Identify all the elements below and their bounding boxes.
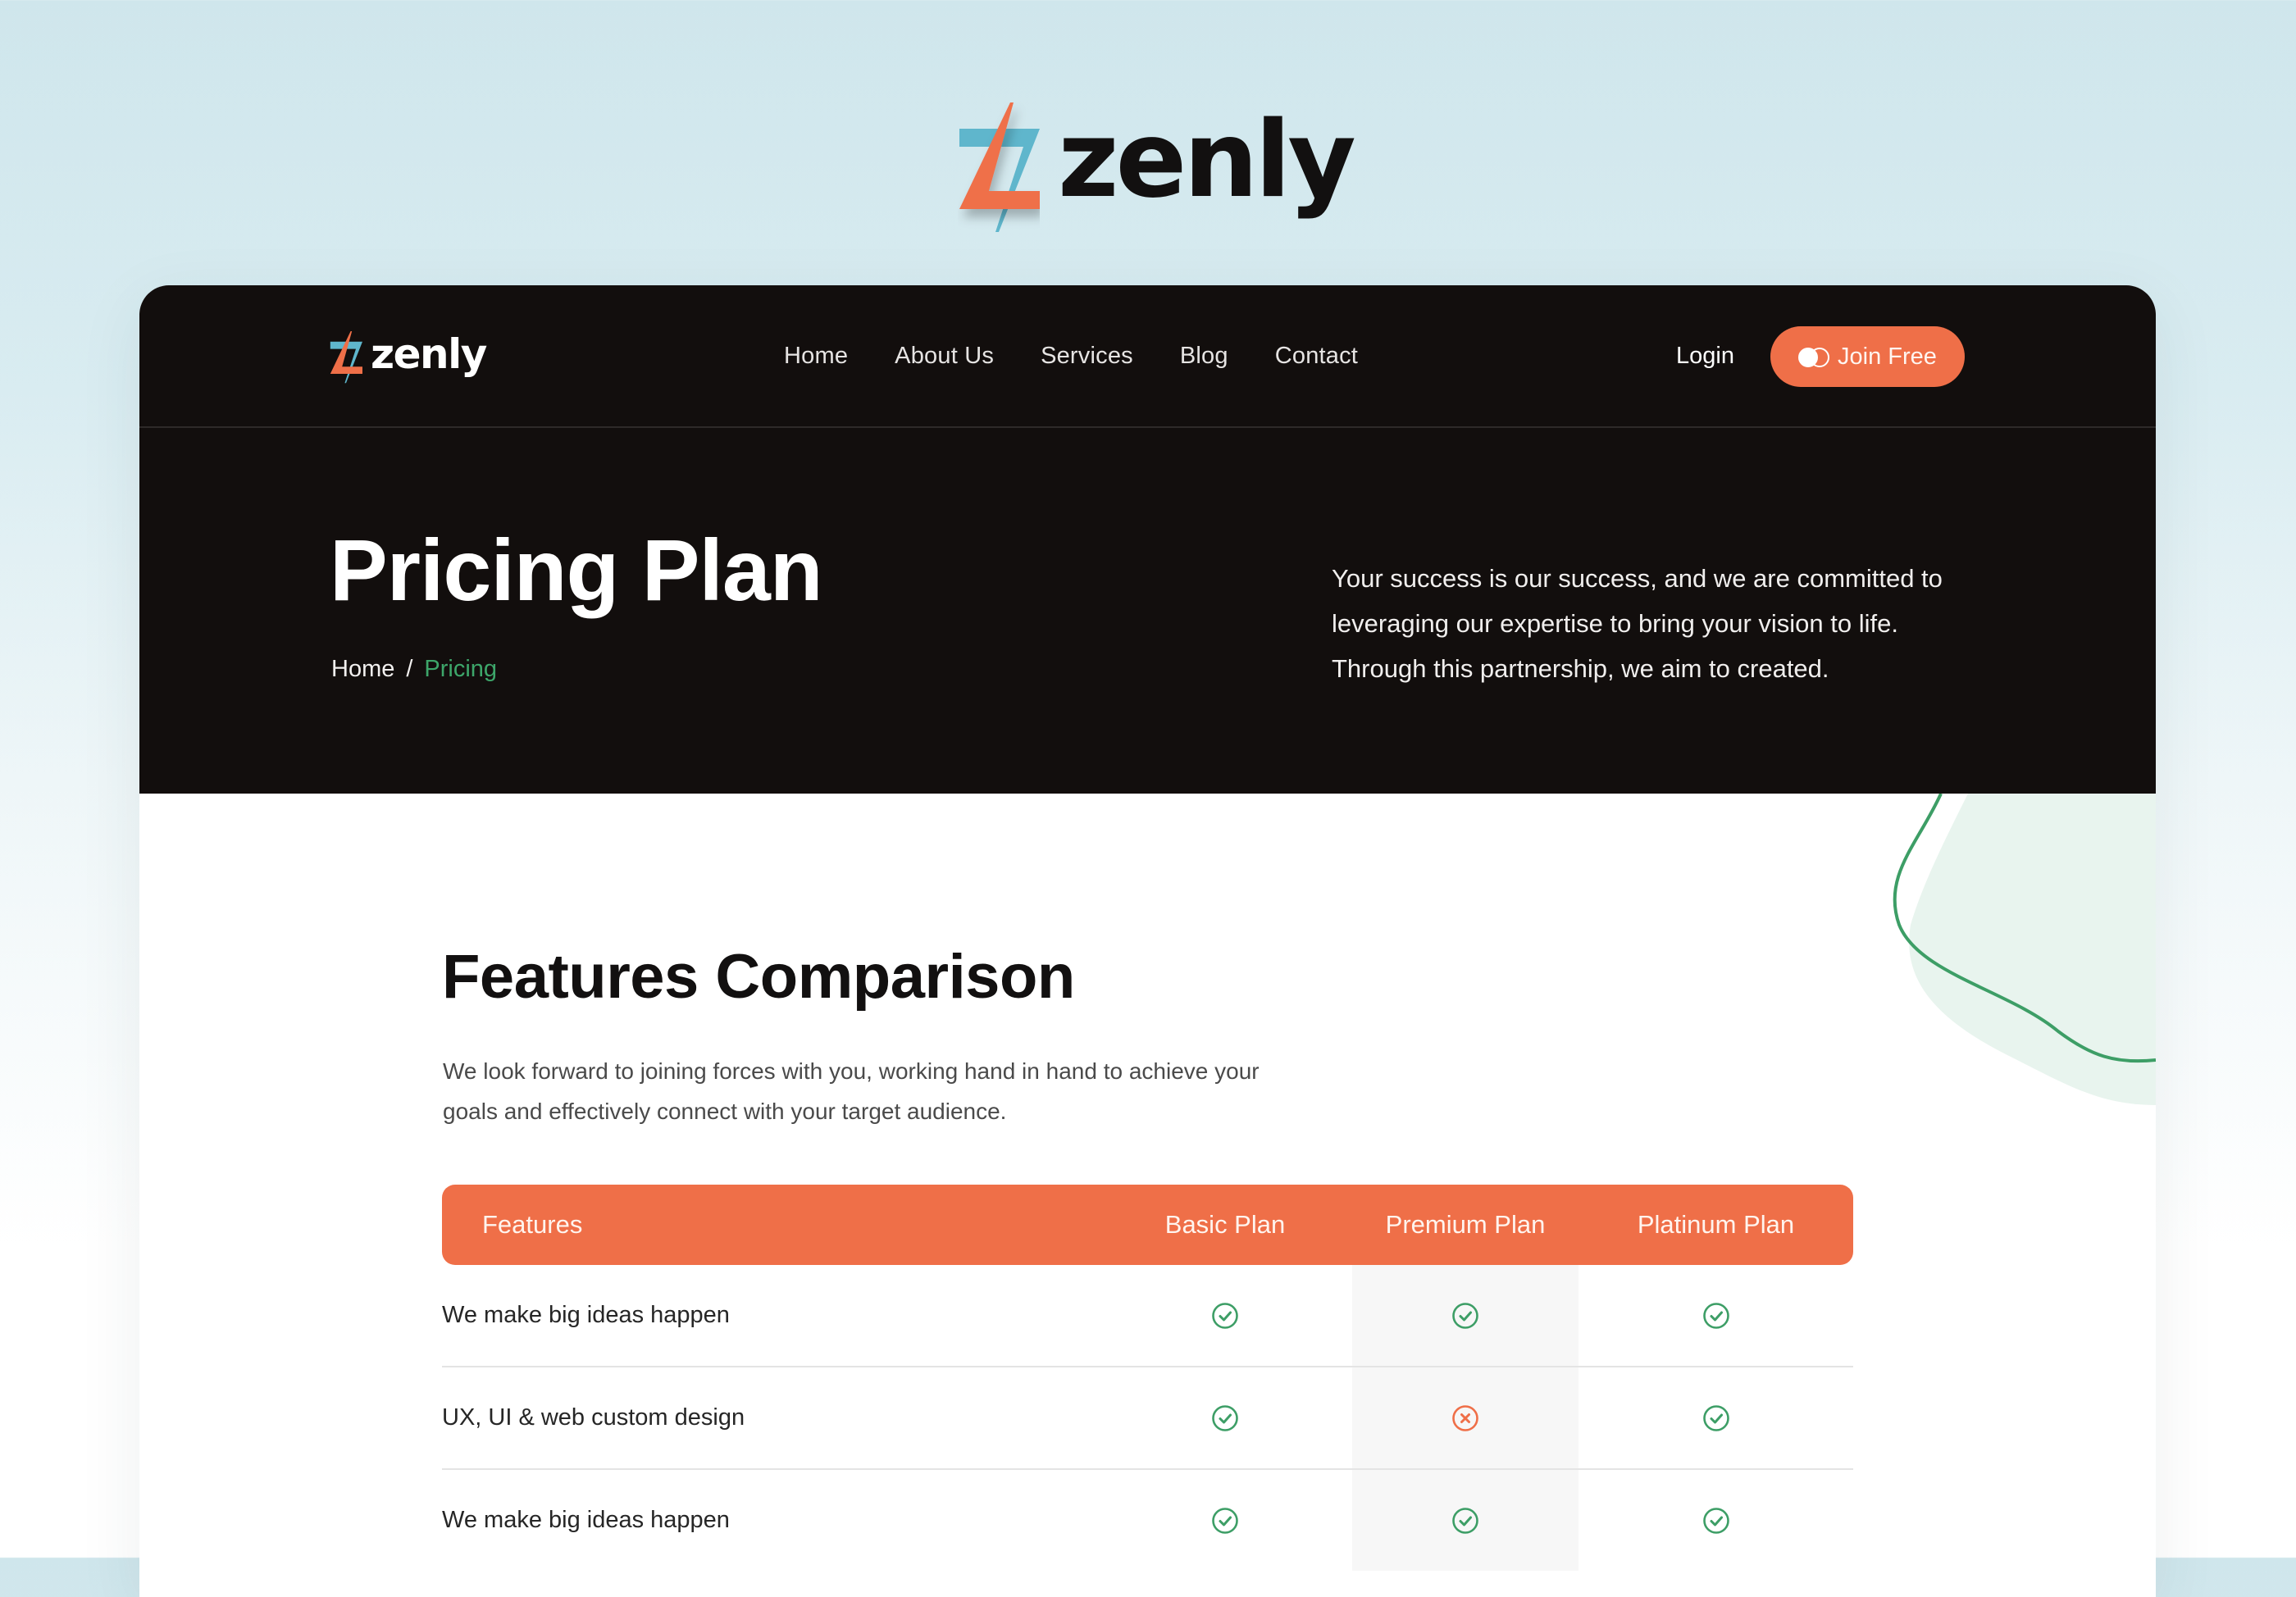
check-circle-icon [1451,1302,1479,1330]
brand-wordmark: zenly [1058,99,1356,221]
zenly-logo-mark-icon [958,102,1040,234]
breadcrumb-home[interactable]: Home [331,656,394,683]
breadcrumb-current: Pricing [424,656,498,682]
basic-plan-cell [1098,1507,1352,1535]
top-navbar: zenly Home About Us Services Blog Contac… [139,285,2156,428]
x-circle-icon [1451,1404,1479,1432]
login-link[interactable]: Login [1676,285,1734,426]
nav-link-home[interactable]: Home [784,343,848,370]
feature-cell: We make big ideas happen [442,1302,730,1328]
check-circle-icon [1451,1507,1479,1535]
feature-cell: UX, UI & web custom design [442,1404,745,1431]
check-circle-icon [1211,1302,1239,1330]
table-row: UX, UI & web custom design [442,1367,1853,1470]
nav-link-blog[interactable]: Blog [1180,343,1228,370]
nav-link-contact[interactable]: Contact [1275,343,1358,370]
nav-logo[interactable]: zenly [330,330,487,384]
premium-plan-cell [1352,1470,1578,1571]
nav-logo-text: zenly [371,330,487,378]
table-row: We make big ideas happen [442,1470,1853,1571]
platinum-plan-cell [1578,1302,1853,1330]
zenly-logo-mark-icon [330,331,362,384]
nav-link-services[interactable]: Services [1041,343,1133,370]
feature-cell: We make big ideas happen [442,1507,730,1533]
premium-plan-cell [1352,1265,1578,1366]
check-circle-icon [1702,1404,1730,1432]
brand-logo: zenly [958,98,1356,238]
check-circle-icon [1702,1507,1730,1535]
features-title: Features Comparison [442,942,1075,1012]
decorative-blob [1893,794,2156,1105]
join-circles-icon [1798,348,1830,367]
premium-plan-cell [1352,1367,1578,1468]
features-description: We look forward to joining forces with y… [443,1058,1260,1124]
table-row: We make big ideas happen [442,1265,1853,1367]
header-basic-plan: Basic Plan [1164,1210,1286,1239]
check-circle-icon [1702,1302,1730,1330]
table-header: Features Basic Plan Premium Plan Platinu… [442,1185,1853,1265]
basic-plan-cell [1098,1404,1352,1432]
join-free-label: Join Free [1838,343,1937,370]
check-circle-icon [1211,1404,1239,1432]
table-body: We make big ideas happen UX, UI & web cus… [442,1265,1853,1571]
breadcrumb-separator: / [406,656,413,682]
check-circle-icon [1211,1507,1239,1535]
header-premium-plan: Premium Plan [1385,1210,1546,1239]
nav-links: Home About Us Services Blog Contact [784,285,1358,426]
breadcrumb: Home / Pricing [331,656,497,683]
join-free-button[interactable]: Join Free [1770,326,1965,387]
header-features: Features [482,1210,583,1239]
platinum-plan-cell [1578,1507,1853,1535]
nav-link-about-us[interactable]: About Us [895,343,994,370]
features-comparison-table: Features Basic Plan Premium Plan Platinu… [442,1185,1853,1571]
header-platinum-plan: Platinum Plan [1637,1210,1795,1239]
basic-plan-cell [1098,1302,1352,1330]
platinum-plan-cell [1578,1404,1853,1432]
hero-description: Your success is our success, and we are … [1332,564,1943,683]
page-card: zenly Home About Us Services Blog Contac… [139,285,2156,1597]
page-title: Pricing Plan [330,522,823,619]
